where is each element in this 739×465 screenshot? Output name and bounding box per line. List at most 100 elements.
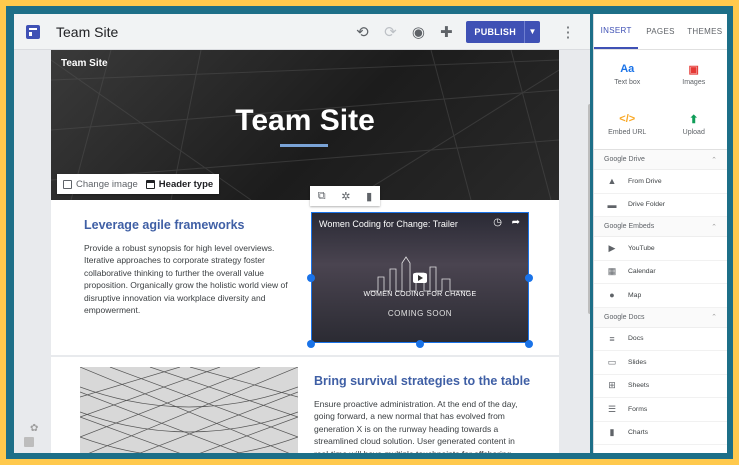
publish-dropdown-icon[interactable]: ▼ — [524, 20, 540, 43]
collapse-chevron-icon[interactable]: ⌃ — [711, 156, 717, 164]
charts-icon: ▮ — [609, 427, 615, 438]
item-label: Drive Folder — [628, 201, 666, 209]
section-2-body[interactable]: Ensure proactive administration. At the … — [314, 398, 519, 453]
item-label: Slides — [628, 358, 647, 366]
watch-later-icon[interactable]: ◷ — [493, 217, 502, 228]
item-label: Calendar — [628, 268, 656, 276]
item-label: Docs — [628, 335, 644, 343]
item-youtube[interactable]: ▶ YouTube — [594, 237, 727, 261]
header-type-button[interactable]: Header type — [159, 179, 213, 190]
panel-tabs: INSERT PAGES THEMES — [594, 14, 727, 50]
group-title: Google Embeds — [604, 223, 655, 230]
header-type-icon — [145, 179, 155, 189]
undo-icon[interactable]: ⟲ — [348, 18, 376, 46]
insert-panel: INSERT PAGES THEMES Aa Text box ▣ Images… — [593, 14, 727, 453]
share-add-person-icon[interactable]: ✚ — [432, 18, 460, 46]
item-label: Map — [628, 291, 642, 299]
image-icon — [63, 179, 72, 189]
canvas-scrollbar[interactable] — [588, 104, 590, 314]
resize-handle-right[interactable] — [525, 274, 533, 282]
group-google-docs[interactable]: Google Docs ⌃ — [594, 307, 727, 328]
item-label: Forms — [628, 405, 648, 413]
youtube-video-embed[interactable]: Women Coding for Change: Trailer ◷ ➦ WOM… — [311, 212, 529, 343]
resize-handle-bottom-left[interactable] — [307, 340, 315, 348]
change-image-button[interactable]: Change image — [76, 179, 138, 190]
item-docs[interactable]: ≡ Docs — [594, 328, 727, 351]
page-canvas: Team Site Team Site Change image Header … — [14, 50, 590, 453]
site-title[interactable]: Team Site — [56, 24, 118, 40]
collapse-chevron-icon[interactable]: ⌃ — [711, 313, 717, 321]
resize-handle-bottom[interactable] — [416, 340, 424, 348]
section-1-heading[interactable]: Leverage agile frameworks — [84, 218, 245, 232]
item-sheets[interactable]: ⊞ Sheets — [594, 375, 727, 398]
sheets-icon: ⊞ — [608, 380, 616, 391]
section-1-body[interactable]: Provide a robust synopsis for high level… — [84, 242, 289, 316]
upload-cloud-icon: ⬆ — [689, 113, 699, 126]
header-banner[interactable]: Team Site Team Site Change image Header … — [51, 50, 559, 200]
slides-icon: ▭ — [607, 356, 617, 367]
insert-label: Text box — [614, 79, 641, 87]
settings-gear-icon[interactable]: ✲ — [341, 190, 350, 203]
insert-embed-url[interactable]: </> Embed URL — [594, 100, 661, 150]
tab-insert[interactable]: INSERT — [594, 14, 639, 49]
page-title[interactable]: Team Site — [51, 104, 559, 138]
embed-code-icon: </> — [619, 112, 636, 125]
map-pin-icon: ● — [609, 290, 615, 301]
insert-label: Images — [682, 79, 706, 87]
item-map[interactable]: ● Map — [594, 284, 727, 308]
item-drive-folder[interactable]: ▬ Drive Folder — [594, 194, 727, 217]
insert-upload[interactable]: ⬆ Upload — [661, 100, 728, 150]
images-icon: ▣ — [688, 64, 699, 77]
more-options-icon[interactable]: ⋮ — [554, 18, 582, 46]
title-underline — [280, 144, 328, 147]
item-label: Charts — [628, 429, 649, 437]
insert-text-box[interactable]: Aa Text box — [594, 50, 661, 100]
redo-icon[interactable]: ⟳ — [376, 18, 404, 46]
insert-label: Embed URL — [608, 128, 647, 136]
coming-soon-text: COMING SOON — [387, 309, 453, 318]
sites-logo-icon — [26, 24, 40, 39]
item-label: YouTube — [628, 244, 655, 252]
folder-icon: ▬ — [607, 199, 617, 210]
group-google-drive[interactable]: Google Drive ⌃ — [594, 150, 727, 170]
palette-icon[interactable]: ✿ — [30, 423, 38, 434]
play-icon[interactable] — [413, 273, 427, 283]
youtube-icon: ▶ — [608, 242, 616, 253]
delete-trash-icon[interactable]: ▮ — [366, 190, 372, 203]
tab-pages[interactable]: PAGES — [638, 14, 682, 49]
editor-toolbar: Team Site ⟲ ⟳ ◉ ✚ PUBLISH ▼ ⋮ — [14, 14, 590, 50]
group-title: Google Drive — [604, 156, 645, 163]
resize-handle-bottom-right[interactable] — [525, 340, 533, 348]
insert-grid: Aa Text box ▣ Images </> Embed URL ⬆ Upl… — [594, 50, 727, 150]
section-2-heading[interactable]: Bring survival strategies to the table — [314, 374, 530, 388]
item-charts[interactable]: ▮ Charts — [594, 422, 727, 445]
item-forms[interactable]: ☰ Forms — [594, 398, 727, 422]
share-icon[interactable]: ➦ — [512, 217, 520, 228]
dome-lattice-image[interactable] — [80, 367, 298, 453]
group-title: Google Docs — [604, 313, 645, 321]
calendar-icon: ▦ — [607, 266, 617, 277]
resize-handle-left[interactable] — [307, 274, 315, 282]
header-tools: Change image Header type — [57, 174, 220, 194]
collapse-chevron-icon[interactable]: ⌃ — [711, 223, 717, 231]
item-from-drive[interactable]: ▲ From Drive — [594, 170, 727, 194]
help-icon[interactable] — [24, 437, 34, 447]
text-box-icon: Aa — [620, 63, 635, 76]
group-google-embeds[interactable]: Google Embeds ⌃ — [594, 217, 727, 237]
drive-icon: ▲ — [607, 176, 617, 187]
item-slides[interactable]: ▭ Slides — [594, 351, 727, 375]
preview-eye-icon[interactable]: ◉ — [404, 18, 432, 46]
open-external-icon[interactable]: ⧉ — [318, 190, 326, 203]
publish-button[interactable]: PUBLISH — [466, 20, 524, 43]
lattice-graphic — [80, 367, 298, 453]
video-toolbar: ⧉ ✲ ▮ — [310, 186, 380, 206]
insert-images[interactable]: ▣ Images — [661, 50, 728, 100]
item-calendar[interactable]: ▦ Calendar — [594, 261, 727, 284]
video-banner-text: WOMEN CODING FOR CHANGE — [363, 291, 477, 298]
content-section-2: Bring survival strategies to the table E… — [51, 357, 559, 453]
docs-icon: ≡ — [609, 333, 615, 344]
tab-themes[interactable]: THEMES — [683, 14, 727, 49]
forms-icon: ☰ — [607, 403, 617, 414]
insert-label: Upload — [682, 128, 705, 136]
header-site-name[interactable]: Team Site — [61, 58, 108, 69]
